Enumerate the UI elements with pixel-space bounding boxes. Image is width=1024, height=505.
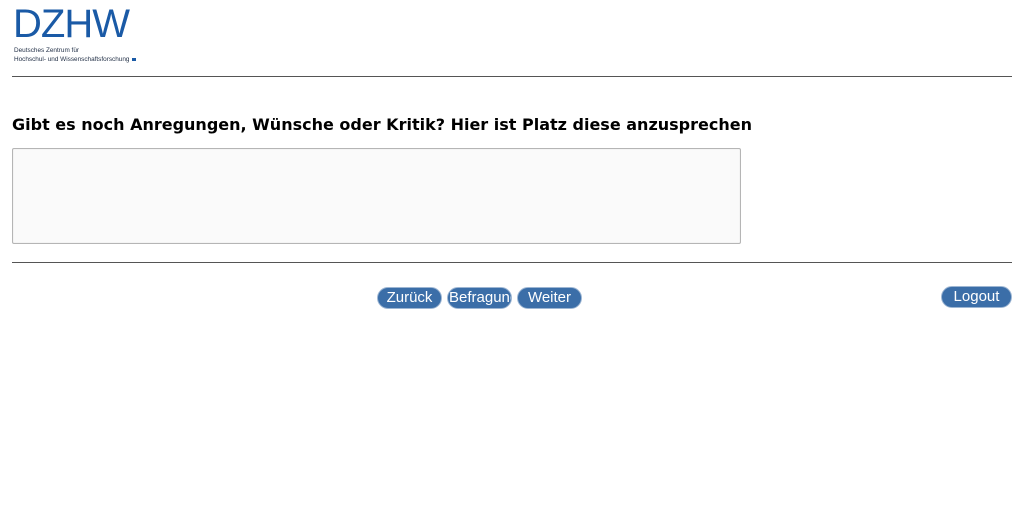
header-divider — [12, 76, 1012, 77]
dzhw-logo: DZHW Deutsches Zentrum für Hochschul- un… — [13, 4, 148, 66]
question-text: Gibt es noch Anregungen, Wünsche oder Kr… — [12, 115, 752, 134]
logout-button[interactable]: Logout — [941, 286, 1012, 308]
survey-button[interactable]: Befragung — [447, 287, 512, 309]
logo-subtitle-line2: Hochschul- und Wissenschaftsforschung — [14, 55, 130, 63]
logo-subtitle: Deutsches Zentrum für Hochschul- und Wis… — [14, 47, 137, 64]
logo-wordmark: DZHW — [13, 2, 130, 46]
logo-square-icon — [132, 57, 137, 61]
next-button[interactable]: Weiter — [517, 287, 582, 309]
logo-subtitle-line1: Deutsches Zentrum für — [14, 47, 79, 54]
back-button[interactable]: Zurück — [377, 287, 442, 309]
feedback-textarea[interactable] — [12, 148, 741, 244]
footer-divider — [12, 262, 1012, 263]
